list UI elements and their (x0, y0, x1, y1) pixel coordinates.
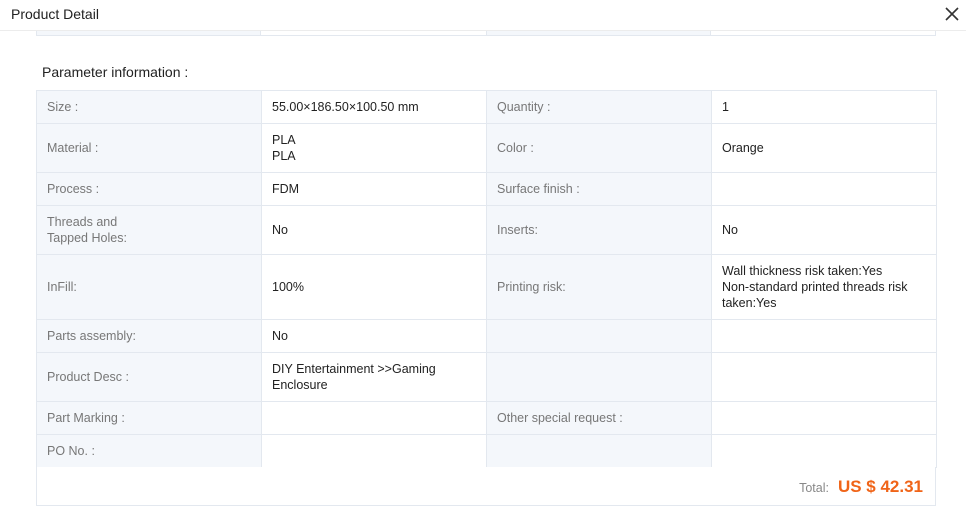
param-label: Threads and Tapped Holes: (36, 205, 262, 255)
param-value: 1 (711, 90, 937, 124)
param-value: DIY Entertainment >>Gaming Enclosure (261, 352, 487, 402)
param-label (486, 352, 712, 402)
param-label (486, 319, 712, 353)
param-label: Quantity : (486, 90, 712, 124)
table-row: Part Marking : Other special request : (36, 401, 937, 435)
total-price: US $ 42.31 (837, 477, 923, 496)
param-label: Size : (36, 90, 262, 124)
param-label: InFill: (36, 254, 262, 320)
param-label: Surface finish : (486, 172, 712, 206)
dialog-title: Product Detail (11, 6, 99, 22)
dialog-header: Product Detail (0, 0, 966, 31)
param-value (261, 401, 487, 435)
param-label: Inserts: (486, 205, 712, 255)
param-value: PLA PLA (261, 123, 487, 173)
param-label: Part Marking : (36, 401, 262, 435)
param-value: No (261, 319, 487, 353)
table-row: Process : FDM Surface finish : (36, 172, 937, 206)
param-label: Other special request : (486, 401, 712, 435)
table-row: PO No. : (36, 434, 937, 468)
param-value: Orange (711, 123, 937, 173)
param-value (711, 319, 937, 353)
table-row: Material : PLA PLA Color : Orange (36, 123, 937, 173)
total-label: Total: (799, 481, 829, 495)
close-icon[interactable] (944, 6, 960, 22)
total-box: Total: US $ 42.31 (36, 467, 936, 506)
table-row: Product Desc : DIY Entertainment >>Gamin… (36, 352, 937, 402)
param-value: 55.00×186.50×100.50 mm (261, 90, 487, 124)
param-value (711, 401, 937, 435)
param-label: Color : (486, 123, 712, 173)
param-value (261, 434, 487, 468)
param-label: Parts assembly: (36, 319, 262, 353)
param-label: Printing risk: (486, 254, 712, 320)
param-value: Wall thickness risk taken:Yes Non-standa… (711, 254, 937, 320)
table-row: Parts assembly: No (36, 319, 937, 353)
param-value (711, 434, 937, 468)
param-value (711, 352, 937, 402)
param-value (711, 172, 937, 206)
param-value: No (261, 205, 487, 255)
parameter-table: Size : 55.00×186.50×100.50 mm Quantity :… (36, 90, 937, 468)
table-row: InFill: 100% Printing risk: Wall thickne… (36, 254, 937, 320)
param-value: 100% (261, 254, 487, 320)
param-label: Material : (36, 123, 262, 173)
previous-table-bottom (36, 31, 936, 36)
param-label (486, 434, 712, 468)
param-value: FDM (261, 172, 487, 206)
param-label: Product Desc : (36, 352, 262, 402)
param-label: Process : (36, 172, 262, 206)
param-value: No (711, 205, 937, 255)
table-row: Threads and Tapped Holes: No Inserts: No (36, 205, 937, 255)
table-row: Size : 55.00×186.50×100.50 mm Quantity :… (36, 90, 937, 124)
param-label: PO No. : (36, 434, 262, 468)
section-title: Parameter information : (42, 64, 189, 80)
